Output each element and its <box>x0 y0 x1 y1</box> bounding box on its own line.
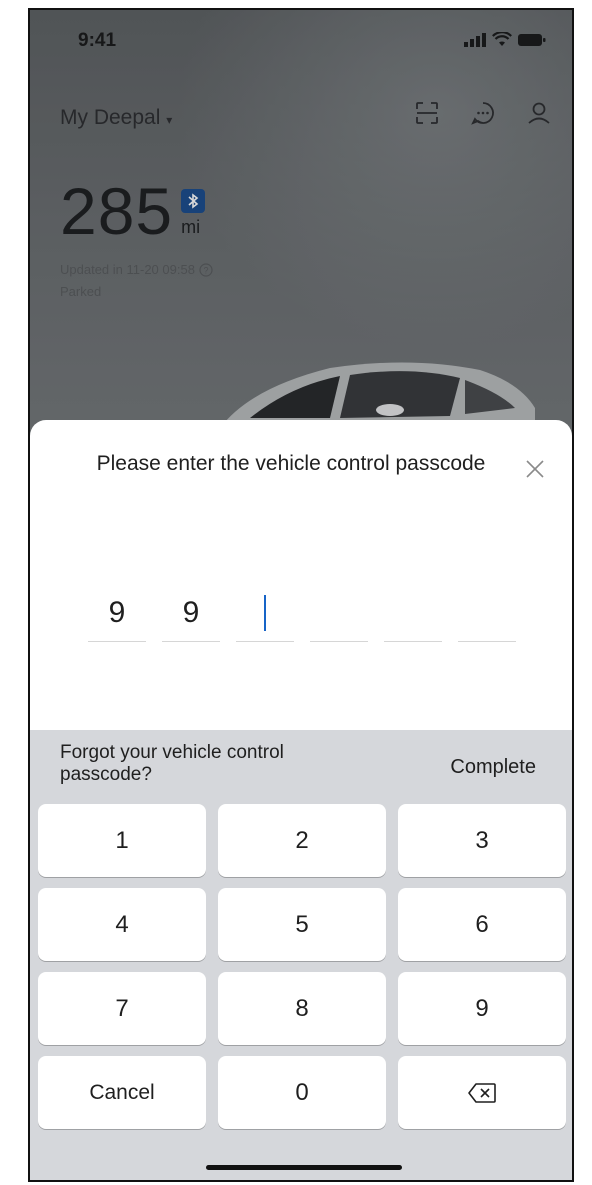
home-indicator <box>206 1165 402 1170</box>
page: 9:41 My Deepal ▾ 285 mi Updated in 11-20… <box>0 0 592 1185</box>
passcode-digit-2: 9 <box>162 585 220 642</box>
cancel-key[interactable]: Cancel <box>38 1056 206 1129</box>
key-5[interactable]: 5 <box>218 888 386 961</box>
background-dim-overlay <box>30 10 572 480</box>
forgot-passcode-link[interactable]: Forgot your vehicle control passcode? <box>60 742 310 786</box>
sheet-title: Please enter the vehicle control passcod… <box>96 452 486 475</box>
key-0[interactable]: 0 <box>218 1056 386 1129</box>
key-3[interactable]: 3 <box>398 804 566 877</box>
key-7[interactable]: 7 <box>38 972 206 1045</box>
passcode-input[interactable]: 9 9 <box>88 585 516 642</box>
passcode-digit-6 <box>458 585 516 642</box>
keyboard-toolbar: Forgot your vehicle control passcode? Co… <box>30 730 572 804</box>
key-2[interactable]: 2 <box>218 804 386 877</box>
numeric-keyboard: Forgot your vehicle control passcode? Co… <box>30 730 572 1180</box>
passcode-digit-5 <box>384 585 442 642</box>
key-8[interactable]: 8 <box>218 972 386 1045</box>
key-1[interactable]: 1 <box>38 804 206 877</box>
passcode-digit-4 <box>310 585 368 642</box>
backspace-icon <box>468 1082 496 1103</box>
keypad: 1 2 3 4 5 6 7 8 9 Cancel 0 <box>38 804 566 1129</box>
passcode-sheet: Please enter the vehicle control passcod… <box>30 420 572 1180</box>
complete-button[interactable]: Complete <box>450 756 536 779</box>
close-button[interactable] <box>522 456 548 482</box>
key-9[interactable]: 9 <box>398 972 566 1045</box>
phone-screen: 9:41 My Deepal ▾ 285 mi Updated in 11-20… <box>28 8 574 1182</box>
passcode-digit-1: 9 <box>88 585 146 642</box>
app-background: 9:41 My Deepal ▾ 285 mi Updated in 11-20… <box>30 10 572 480</box>
passcode-digit-3 <box>236 585 294 642</box>
close-icon <box>526 460 544 478</box>
key-4[interactable]: 4 <box>38 888 206 961</box>
text-cursor <box>264 595 266 631</box>
backspace-key[interactable] <box>398 1056 566 1129</box>
key-6[interactable]: 6 <box>398 888 566 961</box>
